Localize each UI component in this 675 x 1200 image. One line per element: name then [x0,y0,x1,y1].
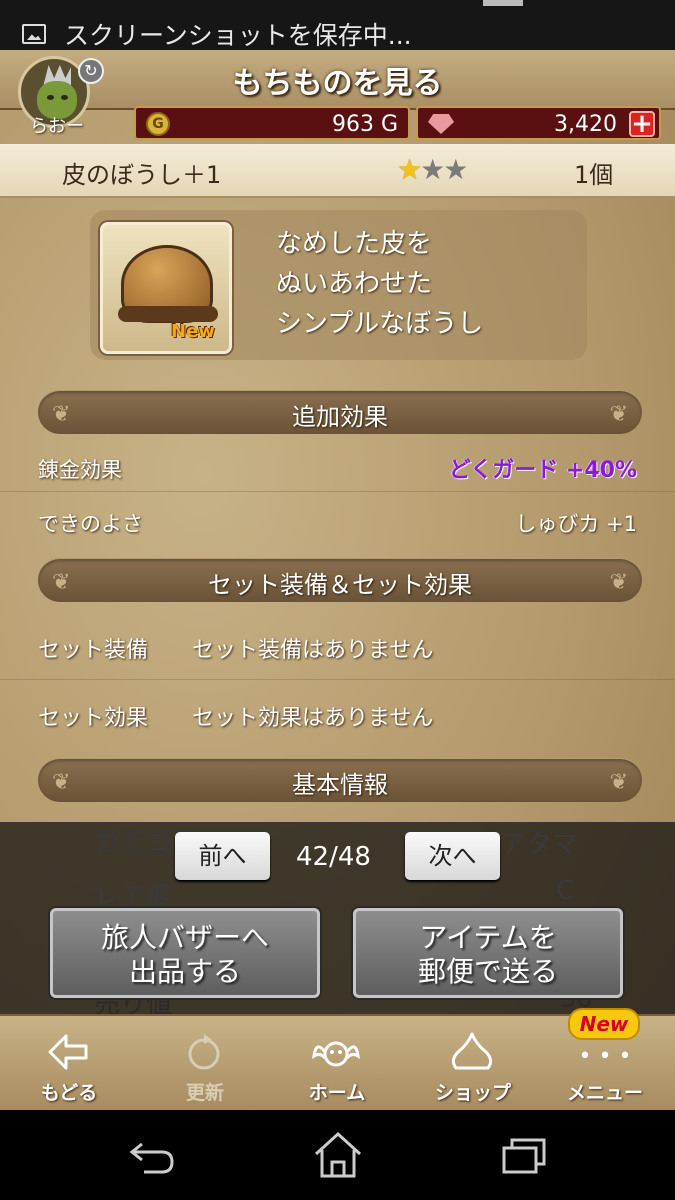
item-name: 皮のぼうし＋1 [62,161,222,189]
effect-row-quality: できのよさ しゅびカ +1 [38,512,637,536]
sync-icon[interactable]: ↻ [78,58,104,84]
nav-back[interactable]: もどる [14,1016,124,1110]
star-empty-icon: ★ [420,153,445,186]
gold-display: G 963 G [134,106,410,140]
prev-button[interactable]: 前へ [175,832,270,880]
item-header: 皮のぼうし＋1 ★★★ 1個 [0,144,675,198]
back-arrow-icon [48,1034,88,1070]
next-button[interactable]: 次へ [405,832,500,880]
item-count: 1個 [574,161,614,189]
bazaar-listing-button[interactable]: 旅人バザーへ 出品する [50,908,320,998]
recent-apps-icon[interactable] [500,1136,548,1176]
star-filled-icon: ★ [397,153,422,186]
signal-icon [483,0,523,6]
new-badge: New [568,1008,640,1040]
new-tag: New [171,321,215,342]
ornament-icon: ❦ [609,402,628,427]
section-set: ❦ セット装備＆セット効果 ❦ [38,558,642,602]
set-equipment-row: セット装備 セット装備はありません [0,610,675,680]
item-description-box: New なめした皮を ぬいあわせた シンプルなぼうし [90,210,587,360]
page-indicator: 42/48 [296,842,371,872]
basic-info-value: C [556,876,575,906]
player-name: らおー [30,116,84,137]
gem-display: 3,420 + [416,106,661,140]
rarity-stars: ★★★ [397,153,468,186]
ornament-icon: ❦ [609,570,628,595]
leather-cap-icon [118,245,218,323]
nav-shop[interactable]: ショップ [418,1016,528,1110]
item-image: New [100,222,232,354]
home-icon[interactable] [312,1132,364,1178]
section-basic-info: ❦ 基本情報 ❦ [38,758,642,802]
image-icon [22,24,46,44]
menu-dots-icon: • • • [578,1044,632,1069]
effect-row-alchemy: 錬金効果 どくガード +40% [0,440,675,492]
gem-icon [428,114,454,134]
gem-amount: 3,420 [554,112,617,137]
add-gems-button[interactable]: + [629,111,655,137]
basic-info-value: アタマ [500,830,579,860]
nav-refresh[interactable]: 更新 [150,1016,260,1110]
slime-icon [451,1032,493,1070]
system-nav-bar [0,1110,675,1200]
nav-home[interactable]: ホーム [282,1016,392,1110]
dracky-icon [312,1041,360,1067]
set-effect-row: セット効果 セット効果はありません [38,706,434,731]
ornament-icon: ❦ [609,770,628,795]
gold-coin-icon: G [146,112,170,136]
section-extra-effects: ❦ 追加効果 ❦ [38,390,642,434]
status-bar: スクリーンショットを保存中... [0,0,675,50]
item-description: なめした皮を ぬいあわせた シンプルなぼうし [276,229,484,339]
back-icon[interactable] [128,1136,176,1176]
game-screen: もちものを見る ↻ らおー G 963 G 3,420 + 皮のぼうし＋1 ★★… [0,50,675,1110]
gold-amount: 963 G [331,112,398,137]
star-empty-icon: ★ [443,153,468,186]
refresh-icon [188,1034,220,1070]
send-by-mail-button[interactable]: アイテムを 郵便で送る [353,908,623,998]
title-bar: もちものを見る [0,50,675,110]
notification-text: スクリーンショットを保存中... [64,21,412,50]
